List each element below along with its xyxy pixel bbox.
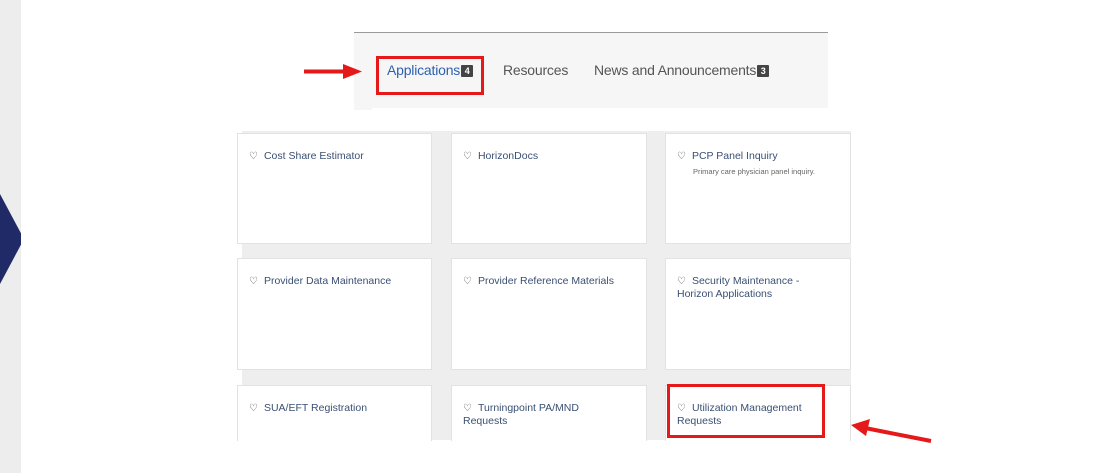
tile-title: Provider Data Maintenance xyxy=(263,275,392,287)
arrow-to-applications xyxy=(304,64,362,79)
tile-horizondocs[interactable]: ♡ HorizonDocs xyxy=(451,133,647,244)
tile-title: SUA/EFT Registration xyxy=(263,402,368,414)
heart-outline-icon[interactable]: ♡ xyxy=(463,276,472,287)
tile-title: PCP Panel Inquiry xyxy=(691,150,778,162)
tile-security-maintenance[interactable]: ♡ Security Maintenance - Horizon Applicat… xyxy=(665,258,851,370)
heart-outline-icon[interactable]: ♡ xyxy=(677,276,686,287)
tile-title: Provider Reference Materials xyxy=(477,275,614,287)
arrow-to-utilization xyxy=(851,419,932,443)
utilization-highlight-box xyxy=(667,384,825,438)
heart-outline-icon[interactable]: ♡ xyxy=(249,276,258,287)
heart-outline-icon[interactable]: ♡ xyxy=(463,403,472,414)
tile-title: Cost Share Estimator xyxy=(263,150,364,162)
tile-provider-reference-materials[interactable]: ♡ Provider Reference Materials xyxy=(451,258,647,370)
tile-description: Primary care physician panel inquiry. xyxy=(693,167,815,176)
tile-turningpoint-requests[interactable]: ♡ Turningpoint PA/MND Requests xyxy=(451,385,647,441)
tile-cost-share-estimator[interactable]: ♡ Cost Share Estimator xyxy=(237,133,432,244)
tile-pcp-panel-inquiry[interactable]: ♡ PCP Panel Inquiry Primary care physicia… xyxy=(665,133,851,244)
heart-outline-icon[interactable]: ♡ xyxy=(677,151,686,162)
tile-title: Security Maintenance - Horizon Applicati… xyxy=(677,275,800,300)
heart-outline-icon[interactable]: ♡ xyxy=(249,151,258,162)
heart-outline-icon[interactable]: ♡ xyxy=(249,403,258,414)
tile-title: Turningpoint PA/MND Requests xyxy=(463,402,579,427)
tile-provider-data-maintenance[interactable]: ♡ Provider Data Maintenance xyxy=(237,258,432,370)
tile-sua-eft-registration[interactable]: ♡ SUA/EFT Registration xyxy=(237,385,432,441)
heart-outline-icon[interactable]: ♡ xyxy=(463,151,472,162)
tile-title: HorizonDocs xyxy=(477,150,539,162)
